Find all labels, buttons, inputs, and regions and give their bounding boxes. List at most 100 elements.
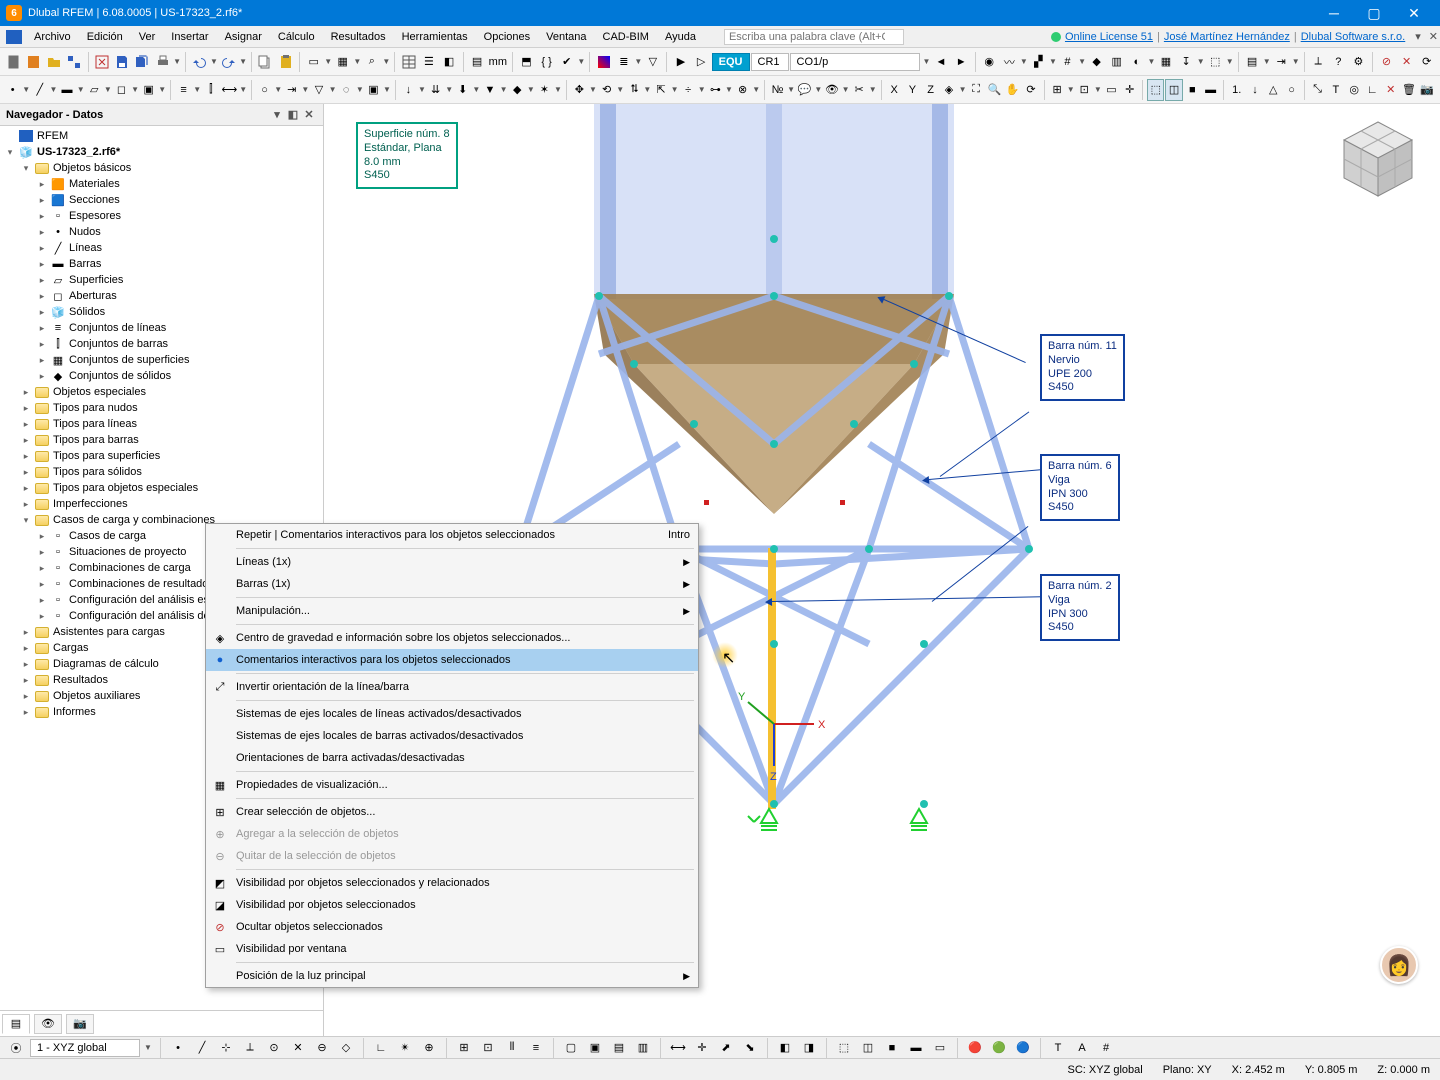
- solid-tool-icon[interactable]: ▣: [140, 79, 157, 101]
- tree-ob-item[interactable]: ▸◻Aberturas: [2, 288, 321, 304]
- company-link[interactable]: Dlubal Software s.r.o.: [1301, 31, 1406, 43]
- menu-resultados[interactable]: Resultados: [323, 28, 394, 46]
- help-icon[interactable]: ?: [1329, 51, 1348, 73]
- sb-dim-icon[interactable]: ⟷: [668, 1039, 688, 1057]
- release-icon[interactable]: ◌: [338, 79, 355, 101]
- deform-icon[interactable]: 〰: [1000, 51, 1019, 73]
- calc-all-icon[interactable]: ▶: [671, 51, 690, 73]
- view-selector[interactable]: 1 - XYZ global: [30, 1039, 140, 1057]
- snap-point-icon[interactable]: ⦿: [6, 1039, 26, 1057]
- measure-icon[interactable]: ⟂: [1309, 51, 1328, 73]
- ctx-repeat[interactable]: Repetir | Comentarios interactivos para …: [206, 524, 698, 546]
- iso-icon[interactable]: ◆: [1087, 51, 1106, 73]
- sb-gridsnap-icon[interactable]: ⊡: [478, 1039, 498, 1057]
- tree-ob-item[interactable]: ▸╱Líneas: [2, 240, 321, 256]
- model-data-icon[interactable]: ▤: [468, 51, 487, 73]
- filter-icon[interactable]: ▽: [643, 51, 662, 73]
- units-icon[interactable]: mm: [488, 51, 508, 73]
- menu-herramientas[interactable]: Herramientas: [394, 28, 476, 46]
- load-surface-icon[interactable]: ▼: [481, 79, 498, 101]
- annotation-barra-11[interactable]: Barra núm. 11NervioUPE 200S450: [1040, 334, 1125, 401]
- prev-case-icon[interactable]: ◄: [931, 51, 950, 73]
- sb-center-icon[interactable]: ⊙: [264, 1039, 284, 1057]
- tree-ob-item[interactable]: ▸≡Conjuntos de líneas: [2, 320, 321, 336]
- load-solid-icon[interactable]: ◆: [509, 79, 526, 101]
- sb-int-icon[interactable]: ✕: [288, 1039, 308, 1057]
- menu-asignar[interactable]: Asignar: [217, 28, 270, 46]
- ctx-barras[interactable]: Barras (1x)▶: [206, 573, 698, 595]
- load-line-icon[interactable]: ⇊: [427, 79, 444, 101]
- sb-render1-icon[interactable]: ⬚: [834, 1039, 854, 1057]
- snap-icon[interactable]: ◎: [1345, 79, 1362, 101]
- sb-tan-icon[interactable]: ⊖: [312, 1039, 332, 1057]
- select-icon[interactable]: ▭: [304, 51, 323, 73]
- sb-ax-icon[interactable]: ✛: [692, 1039, 712, 1057]
- nav-cube[interactable]: [1334, 116, 1422, 204]
- divide-icon[interactable]: ÷: [680, 79, 697, 101]
- export-icon[interactable]: ⇥: [1272, 51, 1291, 73]
- smooth-icon[interactable]: ◐: [1127, 51, 1146, 73]
- sb-m1-icon[interactable]: ▢: [561, 1039, 581, 1057]
- user-link[interactable]: José Martínez Hernández: [1164, 31, 1290, 43]
- close-button[interactable]: ✕: [1394, 0, 1434, 26]
- tree-objetos-basicos[interactable]: ▾Objetos básicos: [2, 160, 321, 176]
- view-iso-icon[interactable]: ◈: [940, 79, 957, 101]
- tree-section[interactable]: ▸Tipos para superficies: [2, 448, 321, 464]
- sb-ortho-icon[interactable]: ∟: [371, 1039, 391, 1057]
- close-model-icon[interactable]: [92, 51, 111, 73]
- snap-grid-icon[interactable]: ⊡: [1076, 79, 1093, 101]
- ctx-luz[interactable]: Posición de la luz principal▶: [206, 965, 698, 987]
- sb-render2-icon[interactable]: ◫: [858, 1039, 878, 1057]
- sb-polar-icon[interactable]: ✴: [395, 1039, 415, 1057]
- render-solid-icon[interactable]: ■: [1184, 79, 1201, 101]
- maximize-button[interactable]: ▢: [1354, 0, 1394, 26]
- ctx-manipulacion[interactable]: Manipulación...▶: [206, 600, 698, 622]
- copy-icon[interactable]: [256, 51, 275, 73]
- tree-ob-item[interactable]: ▸◆Conjuntos de sólidos: [2, 368, 321, 384]
- sb-split-icon[interactable]: ⊹: [216, 1039, 236, 1057]
- redo-icon[interactable]: [219, 51, 238, 73]
- sb-col3-icon[interactable]: 🔵: [1013, 1039, 1033, 1057]
- panel-close-icon[interactable]: ✕: [1429, 30, 1438, 43]
- zoom-win-icon[interactable]: 🔍: [986, 79, 1003, 101]
- nav-tab-views-icon[interactable]: 📷: [66, 1014, 94, 1034]
- tree-ob-item[interactable]: ▸🟦Secciones: [2, 192, 321, 208]
- print-icon[interactable]: [153, 51, 172, 73]
- related-select-icon[interactable]: ▦: [333, 51, 352, 73]
- new-model-icon[interactable]: [24, 51, 43, 73]
- navigator-dock-icon[interactable]: ◧: [285, 108, 301, 121]
- render-wire-icon[interactable]: ⬚: [1147, 79, 1164, 101]
- nav-tab-display-icon[interactable]: 👁: [34, 1014, 62, 1034]
- clip-icon[interactable]: ✂: [851, 79, 868, 101]
- undo-icon[interactable]: [190, 51, 209, 73]
- menu-insertar[interactable]: Insertar: [163, 28, 216, 46]
- refresh-icon[interactable]: ⟳: [1417, 51, 1436, 73]
- save-icon[interactable]: [113, 51, 132, 73]
- ctx-ocultar[interactable]: ⊘Ocultar objetos seleccionados: [206, 916, 698, 938]
- sb-m4-icon[interactable]: ▥: [633, 1039, 653, 1057]
- tree-ob-item[interactable]: ▸⫿Conjuntos de barras: [2, 336, 321, 352]
- loadcase-equ[interactable]: EQU: [712, 53, 750, 71]
- sb-v2-icon[interactable]: ◨: [799, 1039, 819, 1057]
- rotate-view-icon[interactable]: ⟳: [1022, 79, 1039, 101]
- tree-section[interactable]: ▸Tipos para barras: [2, 432, 321, 448]
- navigator-icon[interactable]: ☰: [419, 51, 438, 73]
- keyword-search[interactable]: [724, 29, 904, 45]
- find-icon[interactable]: ⌕: [362, 51, 381, 73]
- check-icon[interactable]: ✔: [557, 51, 576, 73]
- local-axes-icon[interactable]: ⤡: [1309, 79, 1326, 101]
- grid-icon[interactable]: ⊞: [1048, 79, 1065, 101]
- paste-icon[interactable]: [276, 51, 295, 73]
- set-line-icon[interactable]: ≡: [175, 79, 192, 101]
- addon-icon[interactable]: ⬒: [517, 51, 536, 73]
- sb-cs1-icon[interactable]: ⬈: [716, 1039, 736, 1057]
- plausibility-icon[interactable]: ⊘: [1377, 51, 1396, 73]
- rotate-icon[interactable]: ⟲: [598, 79, 615, 101]
- sb-guides-icon[interactable]: ⫴: [502, 1039, 522, 1057]
- eccentricity-icon[interactable]: ⇥: [283, 79, 300, 101]
- section-icon[interactable]: ▥: [1107, 51, 1126, 73]
- ctx-vis-rel[interactable]: ◩Visibilidad por objetos seleccionados y…: [206, 872, 698, 894]
- script-icon[interactable]: { }: [537, 51, 556, 73]
- annotation-surface-8[interactable]: Superficie núm. 8Estándar, Plana8.0 mmS4…: [356, 122, 458, 189]
- ctx-lineas[interactable]: Líneas (1x)▶: [206, 551, 698, 573]
